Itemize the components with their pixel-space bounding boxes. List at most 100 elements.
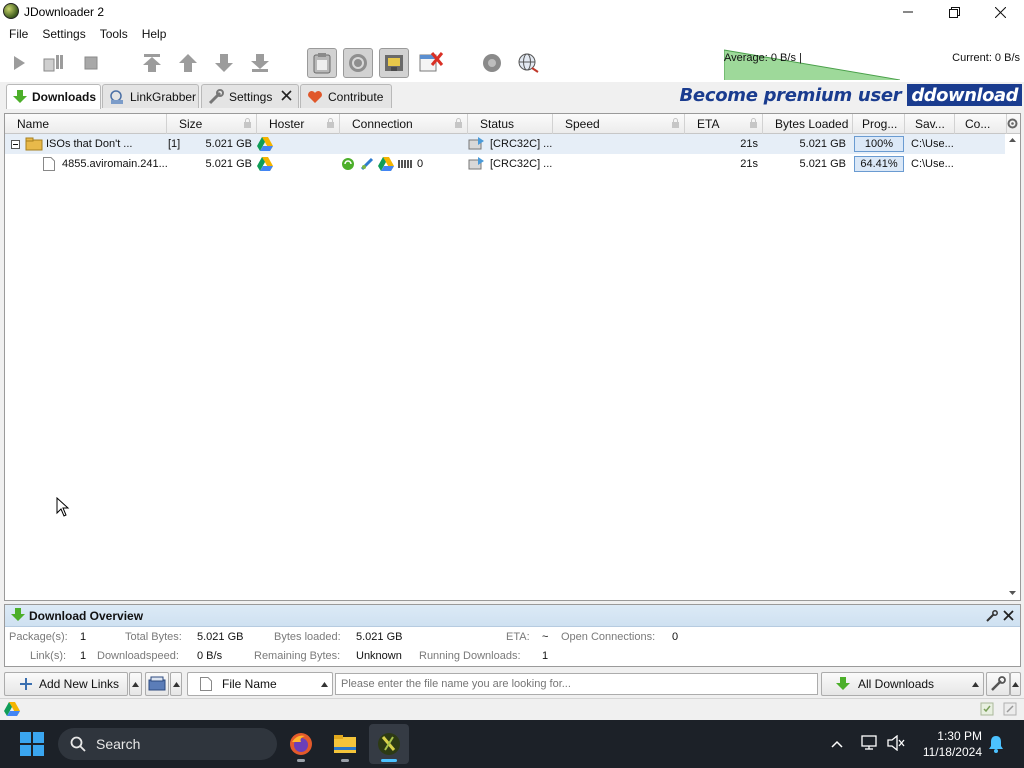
column-progress[interactable]: Prog... [853, 114, 905, 134]
add-links-icon [20, 678, 32, 690]
menu-file[interactable]: File [2, 27, 35, 41]
overview-close-icon[interactable] [1003, 610, 1014, 624]
link-row[interactable]: 4855.aviromain.241... 5.021 GB 0 [CRC32C… [5, 154, 1005, 174]
download-arrow-icon [836, 677, 850, 690]
arrow-up-icon [179, 54, 197, 72]
eta-value: ~ [542, 631, 549, 643]
volume-muted-icon[interactable] [887, 734, 905, 754]
google-drive-icon [4, 702, 20, 719]
pause-icon [43, 55, 63, 72]
column-size[interactable]: Size [167, 114, 257, 134]
column-name[interactable]: Name [5, 114, 167, 134]
close-tab-icon[interactable] [281, 89, 292, 104]
overview-header: Download Overview [5, 605, 1020, 627]
arrow-down-icon [215, 54, 233, 72]
network-icon[interactable] [861, 735, 879, 754]
clear-list-menu-arrow[interactable] [170, 672, 182, 696]
link-progress-text: 64.41% [860, 158, 898, 170]
vertical-scrollbar[interactable] [1005, 134, 1020, 600]
column-comment-label: Co... [965, 117, 991, 131]
column-status[interactable]: Status [468, 114, 553, 134]
silent-mode-button[interactable] [416, 48, 446, 78]
tab-linkgrabber-label: LinkGrabber [130, 89, 197, 104]
column-comment[interactable]: Co... [955, 114, 1007, 134]
menu-help[interactable]: Help [135, 27, 174, 41]
taskbar-search[interactable]: Search [58, 728, 277, 760]
bottom-settings-button[interactable] [986, 672, 1010, 696]
overview-settings-icon[interactable] [986, 610, 998, 625]
open-connections-value: 0 [672, 631, 679, 643]
column-connection[interactable]: Connection [340, 114, 468, 134]
expand-toggle[interactable] [11, 134, 20, 154]
restore-button[interactable] [931, 0, 977, 24]
search-input[interactable] [335, 673, 818, 695]
stop-downloads-button[interactable] [76, 48, 106, 78]
bottom-settings-arrow[interactable] [1010, 672, 1021, 696]
column-settings-icon[interactable] [1007, 118, 1018, 132]
column-speed[interactable]: Speed [553, 114, 685, 134]
bytes-loaded-value: 5.021 GB [356, 631, 403, 643]
package-save-to: C:\Use... [911, 138, 954, 150]
column-bytes-loaded[interactable]: Bytes Loaded [763, 114, 853, 134]
move-down-button[interactable] [209, 48, 239, 78]
firefox-icon [290, 733, 312, 755]
column-eta[interactable]: ETA [685, 114, 763, 134]
premium-banner[interactable]: Become premium user ddownload [680, 84, 1022, 106]
menu-tools[interactable]: Tools [93, 27, 135, 41]
update-notice-icon[interactable] [980, 702, 994, 719]
start-button[interactable] [20, 732, 44, 759]
column-connection-label: Connection [352, 117, 413, 131]
column-progress-label: Prog... [862, 117, 898, 131]
clipboard-observer-toggle[interactable] [307, 48, 337, 78]
downloads-filter-label: All Downloads [858, 677, 935, 691]
minimize-button[interactable] [885, 0, 931, 24]
lock-icon [455, 118, 462, 128]
column-save-to[interactable]: Sav... [905, 114, 955, 134]
link-connection-count: 0 [417, 158, 424, 170]
search-field-label: File Name [222, 677, 277, 691]
add-links-menu-arrow[interactable] [129, 672, 142, 696]
globe-icon [518, 53, 539, 73]
column-hoster[interactable]: Hoster [257, 114, 340, 134]
pause-downloads-button[interactable] [38, 48, 68, 78]
jdownloader-taskbar-app[interactable] [369, 724, 409, 764]
package-progress-bar: 100% [854, 136, 904, 152]
menu-settings[interactable]: Settings [35, 27, 92, 41]
extract-status-icon [468, 154, 484, 174]
remaining-bytes-label: Remaining Bytes: [254, 650, 341, 662]
add-new-links-button[interactable]: Add New Links [4, 672, 128, 696]
premium-toggle[interactable] [379, 48, 409, 78]
search-field-select[interactable]: File Name [187, 672, 333, 696]
file-explorer-taskbar-app[interactable] [325, 724, 365, 764]
notifications-button[interactable] [988, 735, 1004, 756]
close-window-button[interactable] [977, 0, 1023, 24]
update-button[interactable] [477, 48, 507, 78]
move-top-icon [143, 54, 161, 72]
auto-reconnect-toggle[interactable] [343, 48, 373, 78]
start-downloads-button[interactable] [4, 48, 34, 78]
clear-list-button[interactable] [145, 672, 169, 696]
heart-icon [307, 89, 323, 105]
lock-icon [327, 118, 334, 128]
tab-settings[interactable]: Settings [201, 84, 299, 108]
tab-downloads[interactable]: Downloads [6, 84, 101, 109]
taskbar-clock[interactable]: 1:30 PM 11/18/2024 [923, 728, 982, 760]
tab-contribute[interactable]: Contribute [300, 84, 392, 108]
firefox-taskbar-app[interactable] [281, 724, 321, 764]
wrench-icon [991, 676, 1006, 691]
reconnect-button[interactable] [513, 48, 543, 78]
downloads-filter-select[interactable]: All Downloads [821, 672, 984, 696]
move-top-button[interactable] [137, 48, 167, 78]
tab-linkgrabber[interactable]: LinkGrabber [102, 84, 199, 108]
link-status: [CRC32C] ... [490, 158, 553, 170]
tray-icon[interactable] [1003, 702, 1017, 719]
premium-icon [385, 55, 403, 71]
move-bottom-button[interactable] [245, 48, 275, 78]
download-arrow-icon [13, 89, 27, 105]
package-row[interactable]: ISOs that Don't ... [1] 5.021 GB [CRC32C… [5, 134, 1005, 154]
add-new-links-label: Add New Links [39, 677, 120, 691]
package-name: ISOs that Don't ... [46, 138, 133, 150]
packages-label: Package(s): [9, 631, 68, 643]
show-hidden-icons-button[interactable] [831, 737, 843, 751]
move-up-button[interactable] [173, 48, 203, 78]
